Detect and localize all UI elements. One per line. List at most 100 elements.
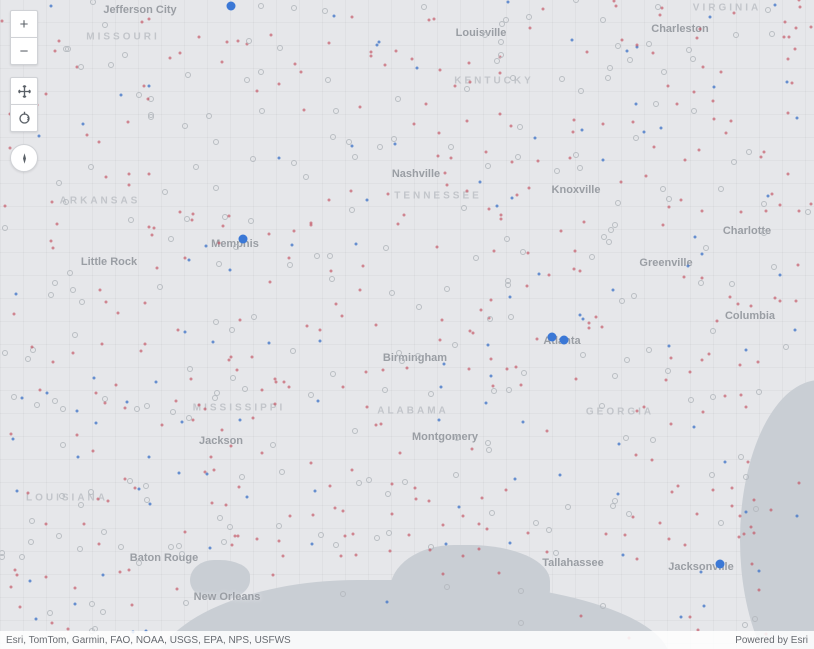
county-dot: [216, 261, 222, 267]
county-dot: [702, 411, 705, 414]
county-dot: [793, 47, 796, 50]
county-dot: [365, 371, 368, 374]
county-dot: [205, 472, 208, 475]
county-dot: [100, 609, 106, 615]
county-dot: [0, 20, 3, 23]
county-dot: [605, 75, 611, 81]
county-dot: [737, 535, 740, 538]
powered-by-link[interactable]: Powered by Esri: [735, 635, 808, 646]
county-dot: [102, 573, 105, 576]
county-dot: [204, 244, 207, 247]
county-dot: [658, 13, 661, 16]
county-dot: [490, 298, 493, 301]
highlight-marker[interactable]: [716, 560, 725, 569]
county-dot: [340, 591, 346, 597]
county-dot: [86, 133, 89, 136]
county-dot: [139, 350, 142, 353]
county-dot: [51, 361, 54, 364]
county-dot: [290, 348, 296, 354]
county-dot: [300, 70, 303, 73]
county-dot: [78, 502, 84, 508]
county-dot: [577, 165, 583, 171]
county-dot: [446, 184, 449, 187]
county-dot: [701, 276, 704, 279]
county-dot: [151, 234, 154, 237]
county-dot: [436, 245, 439, 248]
county-dot: [101, 529, 107, 535]
county-dot: [397, 223, 400, 226]
county-dot: [546, 429, 549, 432]
county-dot: [385, 491, 391, 497]
county-dot: [713, 118, 716, 121]
county-dot: [96, 497, 99, 500]
rotate-tool-button[interactable]: [10, 104, 38, 132]
county-dot: [546, 551, 549, 554]
city-label: Columbia: [725, 310, 775, 322]
county-dot: [204, 407, 207, 410]
county-dot: [255, 538, 258, 541]
county-dot: [791, 82, 794, 85]
county-dot: [288, 256, 291, 259]
county-dot: [395, 49, 398, 52]
county-dot: [354, 243, 357, 246]
county-dot: [57, 39, 60, 42]
county-dot: [608, 227, 614, 233]
county-dot: [380, 423, 383, 426]
county-dot: [279, 469, 285, 475]
plus-icon: +: [20, 16, 29, 33]
zoom-out-button[interactable]: −: [10, 37, 38, 65]
county-dot: [377, 144, 383, 150]
county-dot: [733, 32, 739, 38]
county-dot: [728, 295, 731, 298]
county-dot: [670, 422, 673, 425]
county-dot: [148, 112, 154, 118]
county-dot: [383, 245, 389, 251]
county-dot: [504, 236, 510, 242]
highlight-marker[interactable]: [227, 2, 236, 11]
county-dot: [108, 62, 114, 68]
county-dot: [359, 288, 362, 291]
county-dot: [480, 309, 483, 312]
county-dot: [764, 210, 767, 213]
county-dot: [52, 398, 58, 404]
county-dot: [526, 532, 529, 535]
county-dot: [805, 209, 811, 215]
county-dot: [736, 303, 739, 306]
county-dot: [148, 226, 151, 229]
compass-button[interactable]: [10, 144, 38, 172]
county-dot: [410, 57, 413, 60]
highlight-marker[interactable]: [560, 336, 569, 345]
county-dot: [177, 472, 180, 475]
county-dot: [25, 356, 31, 362]
map-viewport[interactable]: Jefferson CityLouisvilleCharlestonNashvi…: [0, 0, 814, 649]
county-dot: [521, 420, 524, 423]
county-dot: [739, 211, 742, 214]
county-dot: [771, 264, 777, 270]
county-dot: [750, 526, 753, 529]
county-dot: [67, 270, 73, 276]
county-dot: [643, 405, 646, 408]
county-dot: [787, 58, 790, 61]
highlight-marker[interactable]: [548, 333, 557, 342]
county-dot: [239, 419, 242, 422]
highlight-marker[interactable]: [239, 235, 248, 244]
county-dot: [767, 194, 770, 197]
county-dot: [187, 366, 193, 372]
county-dot: [118, 571, 121, 574]
pan-tool-button[interactable]: [10, 77, 38, 104]
county-dot: [45, 575, 48, 578]
county-dot: [770, 192, 773, 195]
county-dot: [651, 51, 654, 54]
zoom-in-button[interactable]: +: [10, 10, 38, 37]
county-dot: [701, 253, 704, 256]
county-dot: [127, 478, 133, 484]
county-dot: [694, 236, 697, 239]
county-dot: [313, 489, 316, 492]
county-dot: [623, 533, 626, 536]
county-dot: [340, 555, 343, 558]
county-dot: [125, 401, 128, 404]
county-dot: [239, 474, 245, 480]
attribution-bar: Esri, TomTom, Garmin, FAO, NOAA, USGS, E…: [0, 631, 814, 649]
county-dot: [617, 442, 620, 445]
county-dot: [49, 240, 52, 243]
